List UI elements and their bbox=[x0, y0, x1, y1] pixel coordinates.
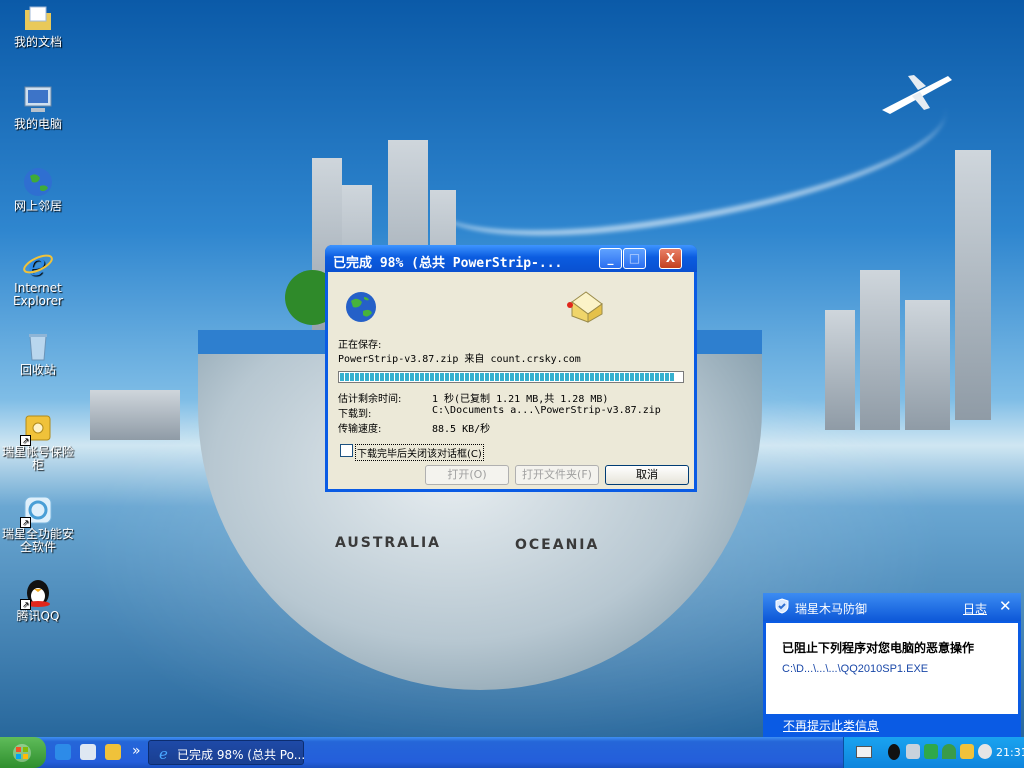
dialog-titlebar[interactable]: 已完成 98% (总共 PowerStrip-... _ □ X bbox=[325, 245, 697, 272]
desktop-icon-qq[interactable]: ↗ 腾讯QQ bbox=[0, 576, 76, 623]
airplane-icon bbox=[882, 75, 952, 114]
desktop-icon-label: Internet Explorer bbox=[13, 281, 63, 308]
maximize-button[interactable]: □ bbox=[623, 248, 646, 269]
desktop-icon-rising-security[interactable]: ↗ 瑞星全功能安全软件 bbox=[0, 494, 76, 554]
qq-penguin-icon: ↗ bbox=[20, 576, 54, 610]
desktop-icon-my-computer[interactable]: 我的电脑 bbox=[0, 84, 76, 131]
desktop-icon-label: 腾讯QQ bbox=[16, 609, 60, 623]
desktop-icon-network[interactable]: 网上邻居 bbox=[0, 166, 76, 213]
qq-tray-icon[interactable] bbox=[888, 744, 900, 760]
globe-network-icon bbox=[22, 166, 54, 198]
globe-icon bbox=[346, 292, 376, 322]
user-tray-icon[interactable] bbox=[906, 744, 920, 759]
ie-icon: e bbox=[22, 248, 54, 283]
rising-notification: 瑞星木马防御 日志 ✕ 已阻止下列程序对您电脑的恶意操作 C:\D...\...… bbox=[763, 593, 1021, 737]
desktop-icon-rising-vault[interactable]: ↗ 瑞星帐号保险柜 bbox=[0, 412, 76, 472]
eta-label: 估计剩余时间: bbox=[338, 394, 402, 405]
folder-icon bbox=[22, 2, 54, 34]
taskbar-button-download[interactable]: e 已完成 98% (总共 Po... bbox=[148, 740, 306, 765]
dialog-title: 已完成 98% (总共 PowerStrip-... bbox=[333, 256, 563, 271]
system-tray: 21:31 bbox=[843, 737, 1024, 768]
quicklaunch-explorer-icon[interactable] bbox=[80, 744, 96, 760]
saving-label: 正在保存: bbox=[338, 340, 382, 351]
desktop-icon-label: 我的文档 bbox=[13, 35, 62, 49]
skyscraper bbox=[955, 150, 991, 420]
notification-footer: 不再提示此类信息 bbox=[766, 714, 1018, 734]
eta-value: 1 秒(已复制 1.21 MB,共 1.28 MB) bbox=[432, 394, 609, 405]
taskbar-button-label: 已完成 98% (总共 Po... bbox=[177, 748, 306, 762]
desktop-icon-label: 我的电脑 bbox=[13, 117, 62, 131]
dialog-body: 正在保存: PowerStrip-v3.87.zip 来自 count.crsk… bbox=[328, 272, 694, 489]
close-button[interactable]: X bbox=[659, 248, 682, 269]
rising-shield-icon bbox=[775, 598, 789, 614]
suppress-link[interactable]: 不再提示此类信息 bbox=[783, 717, 879, 734]
taskbar: » e 已完成 98% (总共 Po... 21:31 bbox=[0, 737, 1024, 768]
desktop-icon-label: 瑞星全功能安全软件 bbox=[1, 527, 74, 554]
notification-body: 已阻止下列程序对您电脑的恶意操作 C:\D...\...\...\QQ2010S… bbox=[766, 623, 1018, 714]
minimize-button[interactable]: _ bbox=[599, 248, 622, 269]
skyscraper bbox=[905, 300, 950, 430]
quicklaunch-chevron[interactable]: » bbox=[132, 743, 141, 759]
rising-shield-icon: ↗ bbox=[20, 494, 54, 528]
keyboard-icon[interactable] bbox=[856, 746, 872, 758]
jet-contrail bbox=[423, 59, 957, 257]
desktop-icon-my-documents[interactable]: 我的文档 bbox=[0, 2, 76, 49]
log-link[interactable]: 日志 bbox=[963, 600, 987, 617]
blocked-program-path: C:\D...\...\...\QQ2010SP1.EXE bbox=[782, 663, 929, 675]
clock[interactable]: 21:31 bbox=[996, 746, 1024, 759]
speed-label: 传输速度: bbox=[338, 424, 382, 435]
desktop-icon-label: 瑞星帐号保险柜 bbox=[1, 445, 74, 472]
computer-icon bbox=[22, 84, 54, 116]
rising-tray-icon[interactable] bbox=[960, 744, 974, 759]
desktop-icon-label: 回收站 bbox=[19, 363, 56, 377]
progress-fill bbox=[340, 373, 676, 381]
open-folder-button[interactable]: 打开文件夹(F) bbox=[515, 465, 599, 485]
notification-titlebar: 瑞星木马防御 日志 ✕ bbox=[763, 593, 1021, 621]
speed-value: 88.5 KB/秒 bbox=[432, 424, 491, 435]
skyscraper bbox=[860, 270, 900, 430]
svg-text:e: e bbox=[28, 248, 46, 280]
download-dialog: 已完成 98% (总共 PowerStrip-... _ □ X 正在保存: P… bbox=[325, 245, 697, 492]
network-tray-icon[interactable] bbox=[924, 744, 938, 759]
shortcut-arrow-icon: ↗ bbox=[20, 517, 31, 528]
globe-label-oceania: OCEANIA bbox=[515, 537, 600, 553]
globe-label-australia: AUSTRALIA bbox=[335, 535, 441, 551]
checkbox-label[interactable]: 下载完毕后关闭该对话框(C) bbox=[355, 444, 484, 461]
open-button[interactable]: 打开(O) bbox=[425, 465, 509, 485]
shortcut-arrow-icon: ↗ bbox=[20, 435, 31, 446]
download-to-label: 下载到: bbox=[338, 409, 372, 420]
umbrella-tray-icon[interactable] bbox=[942, 744, 956, 759]
download-to-value: C:\Documents a...\PowerStrip-v3.87.zip bbox=[432, 405, 661, 416]
desktop-icon-recycle-bin[interactable]: 回收站 bbox=[0, 330, 76, 377]
download-progress-bar bbox=[338, 371, 684, 383]
notification-title: 瑞星木马防御 bbox=[795, 602, 868, 616]
shortcut-arrow-icon: ↗ bbox=[20, 599, 31, 610]
speaker-tray-icon[interactable] bbox=[978, 744, 992, 759]
recycle-bin-icon bbox=[22, 330, 54, 362]
skyscraper bbox=[90, 390, 180, 440]
ie-icon: e bbox=[159, 745, 168, 761]
close-on-complete-checkbox[interactable] bbox=[340, 444, 353, 457]
desktop-icon-internet-explorer[interactable]: e Internet Explorer bbox=[0, 248, 76, 308]
close-icon[interactable]: ✕ bbox=[999, 597, 1012, 615]
windows-logo-icon bbox=[13, 744, 31, 762]
folder-file-icon bbox=[567, 291, 603, 323]
desktop-icon-label: 网上邻居 bbox=[13, 199, 62, 213]
cancel-button[interactable]: 取消 bbox=[605, 465, 689, 485]
notification-message: 已阻止下列程序对您电脑的恶意操作 bbox=[782, 641, 975, 655]
file-source: PowerStrip-v3.87.zip 来自 count.crsky.com bbox=[338, 354, 581, 365]
start-button[interactable] bbox=[0, 737, 46, 768]
quicklaunch-package-icon[interactable] bbox=[105, 744, 121, 760]
skyscraper bbox=[825, 310, 855, 430]
quicklaunch-ie-icon[interactable] bbox=[55, 744, 71, 760]
safe-icon: ↗ bbox=[20, 412, 54, 446]
svg-text:e: e bbox=[159, 745, 168, 761]
